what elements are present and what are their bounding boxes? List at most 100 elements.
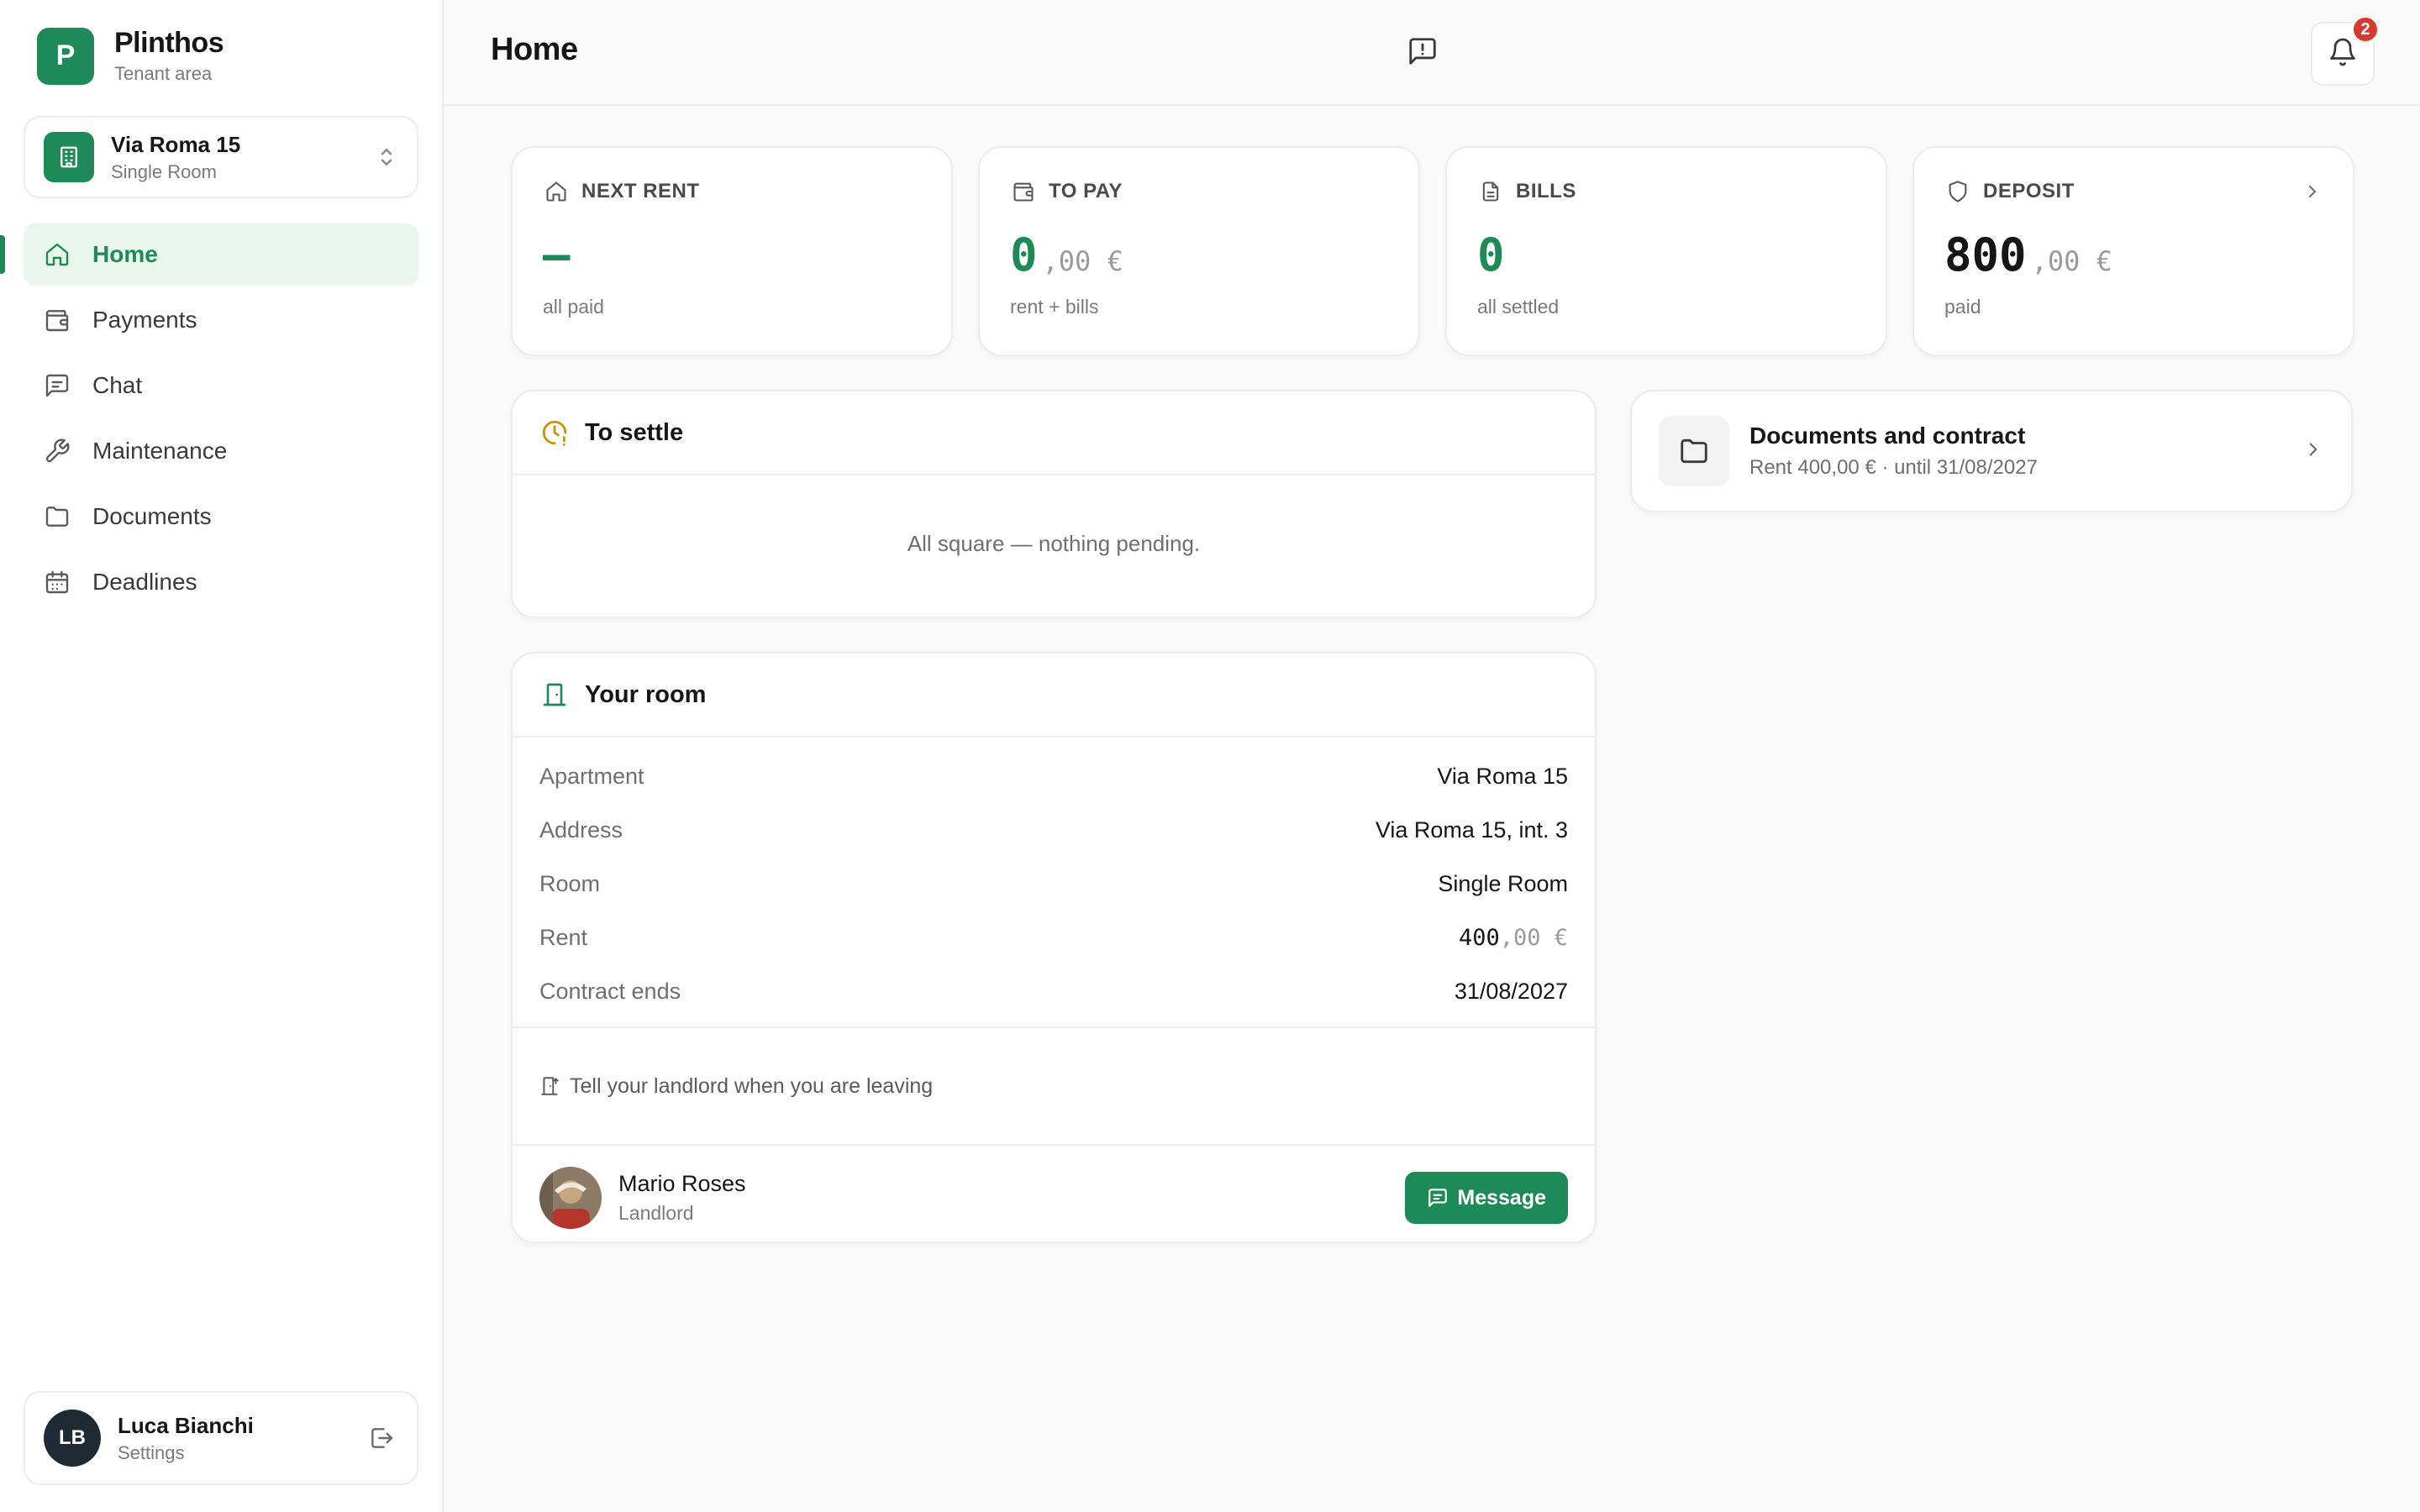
chevron-right-icon bbox=[2302, 181, 2323, 206]
stat-label: BILLS bbox=[1516, 180, 1576, 202]
brand[interactable]: P Plinthos Tenant area bbox=[37, 27, 224, 85]
empty-state: All square — nothing pending. bbox=[907, 531, 1201, 556]
detail-row: Rent 400,00 € bbox=[539, 911, 1568, 964]
sidebar-item-documents[interactable]: Documents bbox=[24, 486, 418, 548]
home-icon bbox=[42, 239, 72, 270]
property-name: Via Roma 15 bbox=[111, 131, 241, 157]
user-card[interactable]: LB Luca Bianchi Settings bbox=[24, 1391, 418, 1485]
stat-value-dec: ,00 € bbox=[2031, 245, 2112, 277]
documents-card[interactable]: Documents and contract Rent 400,00 € · u… bbox=[1630, 390, 2353, 512]
sidebar-item-chat[interactable]: Chat bbox=[24, 354, 418, 417]
stat-sub: paid bbox=[1944, 296, 1981, 318]
notifications-button[interactable]: 2 bbox=[2311, 15, 2380, 86]
sidebar-nav: Home Payments Chat Maintenance Documents bbox=[24, 223, 418, 617]
detail-row: Contract ends 31/08/2027 bbox=[539, 964, 1568, 1018]
folder-icon bbox=[42, 501, 72, 532]
stat-value: — bbox=[543, 228, 571, 281]
sidebar-item-label: Chat bbox=[92, 372, 143, 398]
sidebar-item-label: Payments bbox=[92, 307, 197, 333]
detail-row: Address Via Roma 15, int. 3 bbox=[539, 803, 1568, 857]
bills-card: BILLS 0 all settled bbox=[1445, 146, 1887, 356]
brand-name: Plinthos bbox=[114, 27, 224, 59]
door-icon bbox=[539, 680, 570, 710]
sidebar-item-label: Maintenance bbox=[92, 438, 228, 464]
clock-alert-icon bbox=[539, 417, 570, 448]
user-name: Luca Bianchi bbox=[118, 1412, 254, 1438]
deposit-card[interactable]: DEPOSIT 800 ,00 € paid bbox=[1912, 146, 2354, 356]
property-room: Single Room bbox=[111, 160, 217, 182]
next-rent-card: NEXT RENT — all paid bbox=[511, 146, 953, 356]
stat-value-int: 800 bbox=[1944, 228, 2027, 281]
landlord-avatar bbox=[539, 1167, 602, 1229]
logout-icon[interactable] bbox=[365, 1421, 398, 1455]
user-settings-link[interactable]: Settings bbox=[118, 1442, 365, 1464]
to-pay-card: TO PAY 0 ,00 € rent + bills bbox=[978, 146, 1420, 356]
sidebar-item-deadlines[interactable]: Deadlines bbox=[24, 551, 418, 613]
detail-row: Apartment Via Roma 15 bbox=[539, 749, 1568, 803]
detail-row: Room Single Room bbox=[539, 857, 1568, 911]
detail-value: 31/08/2027 bbox=[1454, 978, 1568, 1004]
to-settle-card: To settle All square — nothing pending. bbox=[511, 390, 1597, 618]
detail-label: Apartment bbox=[539, 763, 644, 789]
calendar-icon bbox=[42, 567, 72, 597]
stat-sub: all paid bbox=[543, 296, 604, 318]
bell-icon bbox=[2328, 37, 2358, 71]
folder-icon bbox=[1659, 416, 1729, 486]
sidebar-item-label: Home bbox=[92, 241, 158, 267]
section-title: Your room bbox=[585, 680, 707, 708]
chevron-right-icon bbox=[2302, 438, 2324, 465]
sidebar-item-payments[interactable]: Payments bbox=[24, 289, 418, 351]
rent-value-int: 400 bbox=[1458, 924, 1500, 951]
detail-value: Via Roma 15 bbox=[1437, 763, 1568, 789]
building-icon bbox=[44, 132, 94, 182]
chat-icon bbox=[42, 370, 72, 401]
landlord-row: Mario Roses Landlord Message bbox=[513, 1146, 1595, 1242]
chat-icon bbox=[1427, 1186, 1450, 1210]
stat-sub: all settled bbox=[1477, 296, 1560, 318]
wallet-icon bbox=[1010, 178, 1037, 205]
detail-value: Single Room bbox=[1438, 870, 1568, 896]
feedback-icon bbox=[1407, 35, 1439, 71]
property-switcher[interactable]: Via Roma 15 Single Room bbox=[24, 116, 418, 198]
stat-label: NEXT RENT bbox=[581, 180, 700, 202]
room-details: Apartment Via Roma 15 Address Via Roma 1… bbox=[513, 738, 1595, 1026]
leaving-notice-label: Tell your landlord when you are leaving bbox=[570, 1074, 934, 1098]
rent-value-dec: ,00 € bbox=[1499, 924, 1568, 951]
stat-label: DEPOSIT bbox=[1983, 180, 2075, 202]
brand-logo: P bbox=[37, 27, 94, 85]
feedback-button[interactable] bbox=[1393, 24, 1452, 82]
section-title: To settle bbox=[585, 418, 684, 446]
wrench-icon bbox=[42, 436, 72, 466]
door-exit-icon bbox=[539, 1074, 563, 1098]
message-button-label: Message bbox=[1457, 1185, 1546, 1210]
sidebar-item-home[interactable]: Home bbox=[24, 223, 418, 286]
detail-value: Via Roma 15, int. 3 bbox=[1375, 816, 1568, 843]
page-title: Home bbox=[491, 32, 578, 67]
home-icon bbox=[543, 178, 570, 205]
your-room-card: Your room Apartment Via Roma 15 Address … bbox=[511, 652, 1597, 1243]
wallet-icon bbox=[42, 305, 72, 335]
sidebar-item-label: Documents bbox=[92, 503, 212, 529]
stat-label: TO PAY bbox=[1049, 180, 1123, 202]
sidebar-item-label: Deadlines bbox=[92, 569, 197, 595]
leaving-notice-link[interactable]: Tell your landlord when you are leaving bbox=[513, 1028, 1595, 1144]
message-button[interactable]: Message bbox=[1405, 1172, 1568, 1224]
active-indicator bbox=[0, 235, 5, 274]
detail-label: Room bbox=[539, 870, 601, 896]
documents-title: Documents and contract bbox=[1749, 423, 2026, 449]
stat-value-int: 0 bbox=[1010, 228, 1038, 281]
detail-label: Contract ends bbox=[539, 978, 681, 1004]
avatar: LB bbox=[44, 1410, 101, 1467]
detail-label: Address bbox=[539, 816, 623, 843]
chevron-up-down-icon bbox=[375, 142, 398, 172]
brand-subtitle: Tenant area bbox=[114, 63, 213, 84]
landlord-role: Landlord bbox=[618, 1202, 694, 1224]
notification-badge: 2 bbox=[2351, 15, 2380, 44]
stat-sub: rent + bills bbox=[1010, 296, 1099, 318]
detail-label: Rent bbox=[539, 924, 588, 950]
receipt-icon bbox=[1477, 178, 1504, 205]
shield-icon bbox=[1944, 178, 1971, 205]
sidebar-item-maintenance[interactable]: Maintenance bbox=[24, 420, 418, 482]
sidebar: P Plinthos Tenant area Via Roma 15 Singl… bbox=[0, 0, 444, 1512]
documents-subtitle: Rent 400,00 € · until 31/08/2027 bbox=[1749, 456, 2038, 479]
